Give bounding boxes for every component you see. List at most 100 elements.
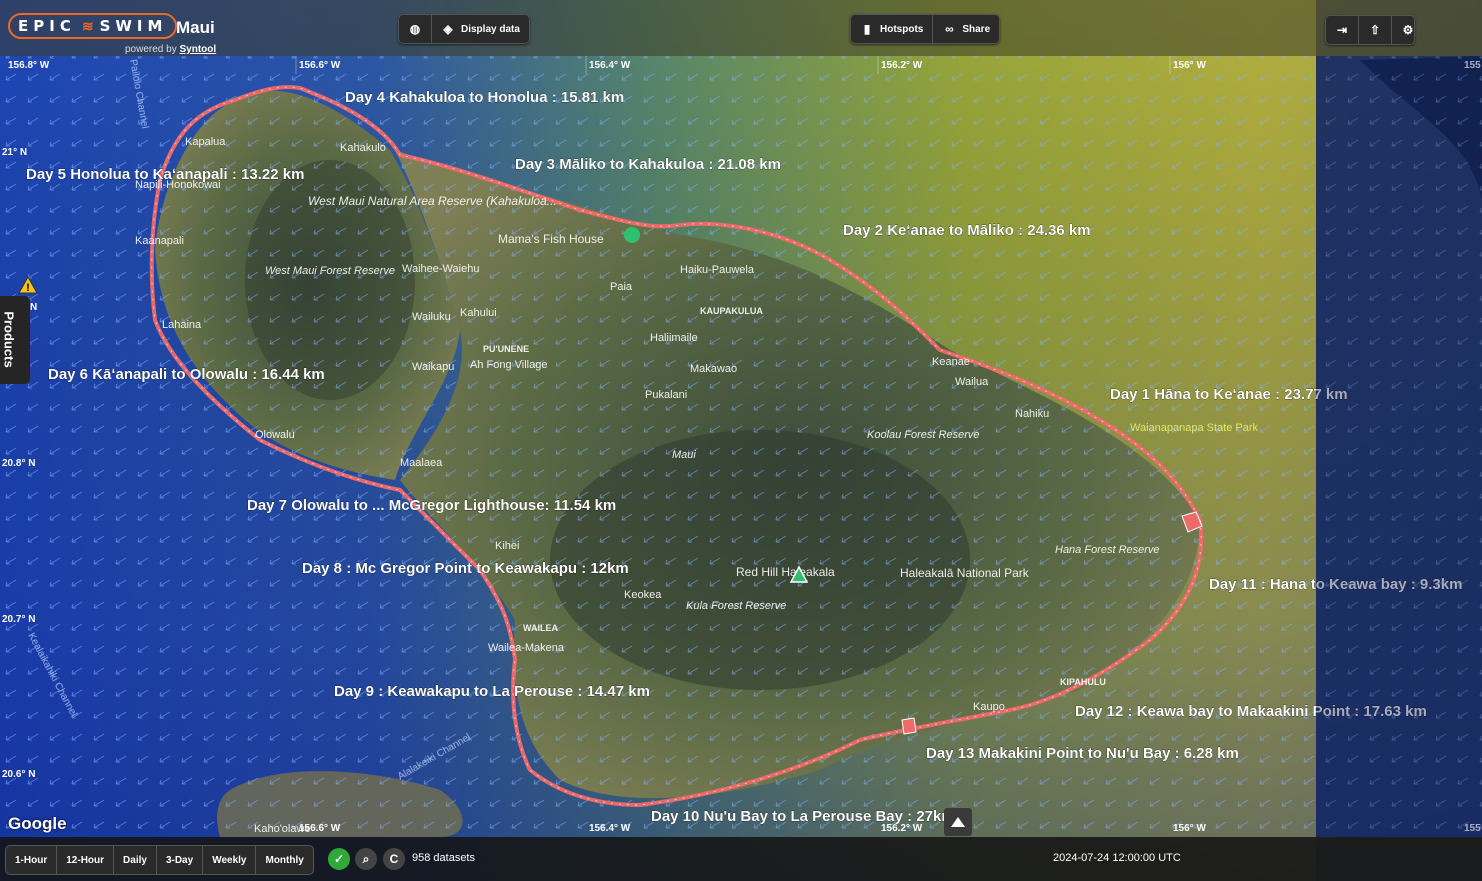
place-label: Waikapu (412, 361, 454, 373)
tab-daily[interactable]: Daily (113, 846, 156, 874)
place-label: Ah Fong Village (470, 359, 547, 371)
place-label: Maalaea (400, 457, 443, 469)
c-button[interactable]: C (383, 848, 405, 870)
place-label: Kihei (495, 540, 519, 552)
logo[interactable]: EPIC ≋ SWIM (8, 12, 178, 40)
lat-label: N (30, 302, 37, 313)
place-label: Kahului (460, 307, 497, 319)
place-label: Kapalua (185, 136, 226, 148)
place-label: PU'UNENE (483, 344, 529, 354)
page-title: Maui (176, 18, 215, 37)
route-label-day1[interactable]: Day 1 Hāna to Keʻanae : 23.77 km (1110, 386, 1348, 403)
hotspots-share-group[interactable]: ▮ Hotspots ∞ Share (850, 14, 1001, 44)
login-button[interactable]: ⇥ (1326, 16, 1358, 44)
c-label: C (389, 852, 399, 866)
share-button[interactable]: ∞ Share (932, 15, 999, 43)
upload-icon: ⇧ (1369, 23, 1381, 37)
place-label: Waihee-Waiehu (402, 263, 479, 275)
lon-label: 156° W (1173, 823, 1206, 834)
hotspots-label: Hotspots (880, 23, 924, 35)
tab-monthly[interactable]: Monthly (255, 846, 312, 874)
display-data-button[interactable]: ◍ ◈ Display data (398, 14, 530, 44)
timestamp: 2024-07-24 12:00:00 UTC (1053, 852, 1181, 864)
zoom-icon: ⌕ (362, 851, 370, 866)
powered-by: powered by Syntool (125, 44, 216, 55)
place-label: Wailuku (412, 311, 451, 323)
place-label: Hana Forest Reserve (1055, 544, 1160, 556)
place-label: Koolau Forest Reserve (867, 429, 980, 441)
settings-icon: ⚙ (1402, 23, 1414, 37)
export-button[interactable]: ⇧ (1358, 16, 1391, 44)
tab-12-hour[interactable]: 12-Hour (56, 846, 113, 874)
zoom-button[interactable]: ⌕ (355, 848, 377, 870)
lat-label: 20.6° N (2, 769, 35, 780)
place-label: Pukalani (645, 389, 687, 401)
route-label-day7[interactable]: Day 7 Olowalu to ... McGregor Lighthouse… (247, 497, 617, 514)
map-canvas[interactable]: 156.8° W 156.6° W 156.4° W 156.2° W 156°… (0, 0, 1482, 881)
right-toolbar[interactable]: ⇥ ⇧ ⚙ (1325, 15, 1415, 45)
place-label: Paia (610, 281, 633, 293)
place-label: Nahiku (1015, 408, 1049, 420)
dataset-count: 958 datasets (412, 852, 475, 864)
place-label: Waianapanapa State Park (1130, 422, 1259, 434)
lon-label: 156.4° W (589, 60, 631, 71)
route-label-day5[interactable]: Day 5 Honolua to Kaʻanapali : 13.22 km (26, 166, 305, 183)
top-bar (0, 0, 1482, 56)
hotspots-button[interactable]: ▮ Hotspots (851, 15, 932, 43)
place-label[interactable]: Mama's Fish House (498, 232, 604, 246)
collapse-button[interactable] (944, 808, 972, 836)
place-label: Keokea (624, 589, 662, 601)
place-label: West Maui Natural Area Reserve (Kahakulo… (308, 194, 557, 208)
place-label: Haiku-Pauwela (680, 264, 755, 276)
display-data-label: Display data (461, 23, 520, 35)
place-label: KIPAHULU (1060, 677, 1106, 687)
place-label: Kaho'olawe (254, 823, 311, 835)
route-label-day6[interactable]: Day 6 Kāʻanapali to Olowalu : 16.44 km (48, 366, 325, 383)
place-label: Keanae (932, 356, 970, 368)
tab-3-day[interactable]: 3-Day (155, 846, 202, 874)
place-label: West Maui Forest Reserve (265, 265, 395, 277)
share-label: Share (962, 23, 991, 35)
brand-left: EPIC (18, 17, 76, 35)
route-label-day9[interactable]: Day 9 : Keawakapu to La Perouse : 14.47 … (334, 683, 650, 700)
caret-up-icon (951, 817, 965, 827)
route-label-day13[interactable]: Day 13 Makakini Point to Nu'u Bay : 6.28… (926, 745, 1239, 762)
place-label: Maui (672, 449, 696, 461)
place-label: WAILEA (523, 623, 558, 633)
lon-label: 156.4° W (589, 823, 631, 834)
lat-label: 20.8° N (2, 458, 35, 469)
place-label: Makawao (690, 363, 737, 375)
display-data-seg[interactable]: ◈ Display data (431, 15, 529, 43)
syntool-link[interactable]: Syntool (179, 44, 216, 55)
brand-right: SWIM (99, 17, 168, 35)
settings-button[interactable]: ⚙ (1391, 16, 1424, 44)
tab-1-hour[interactable]: 1-Hour (6, 846, 56, 874)
lat-label: 21° N (2, 147, 27, 158)
svg-text:!: ! (26, 282, 30, 294)
wave-icon: ≋ (81, 17, 94, 34)
google-attribution: Google (8, 814, 67, 833)
place-label: KAUPAKULUA (700, 306, 763, 316)
lat-label: 20.7° N (2, 614, 35, 625)
check-button[interactable]: ✓ (328, 848, 350, 870)
lon-label: 156.2° W (881, 60, 923, 71)
place-label: Wailea-Makena (488, 642, 565, 654)
tab-weekly[interactable]: Weekly (202, 846, 255, 874)
products-tab[interactable]: Products (0, 296, 30, 384)
route-label-day4[interactable]: Day 4 Kahakuloa to Honolua : 15.81 km (345, 89, 625, 106)
time-range-tabs[interactable]: 1-Hour 12-Hour Daily 3-Day Weekly Monthl… (5, 845, 314, 875)
globe-button[interactable]: ◍ (399, 15, 431, 43)
route-label-day10[interactable]: Day 10 Nu'u Bay to La Perouse Bay : 27km (651, 808, 955, 825)
route-label-day8[interactable]: Day 8 : Mc Gregor Point to Keawakapu : 1… (302, 560, 629, 577)
lon-label: 156° W (1173, 60, 1206, 71)
place-label: Kaanapali (135, 235, 184, 247)
place-label: Red Hill Haleakala (736, 565, 835, 579)
poi-marker[interactable] (624, 227, 640, 243)
place-label: Lahaina (162, 319, 202, 331)
route-label-day2[interactable]: Day 2 Keʻanae to Māliko : 24.36 km (843, 222, 1091, 239)
right-panel (1316, 0, 1482, 881)
products-label: Products (1, 311, 17, 368)
place-label: Kaupo (973, 701, 1005, 713)
route-label-day3[interactable]: Day 3 Māliko to Kahakuloa : 21.08 km (515, 156, 781, 173)
globe-icon: ◍ (409, 22, 421, 36)
